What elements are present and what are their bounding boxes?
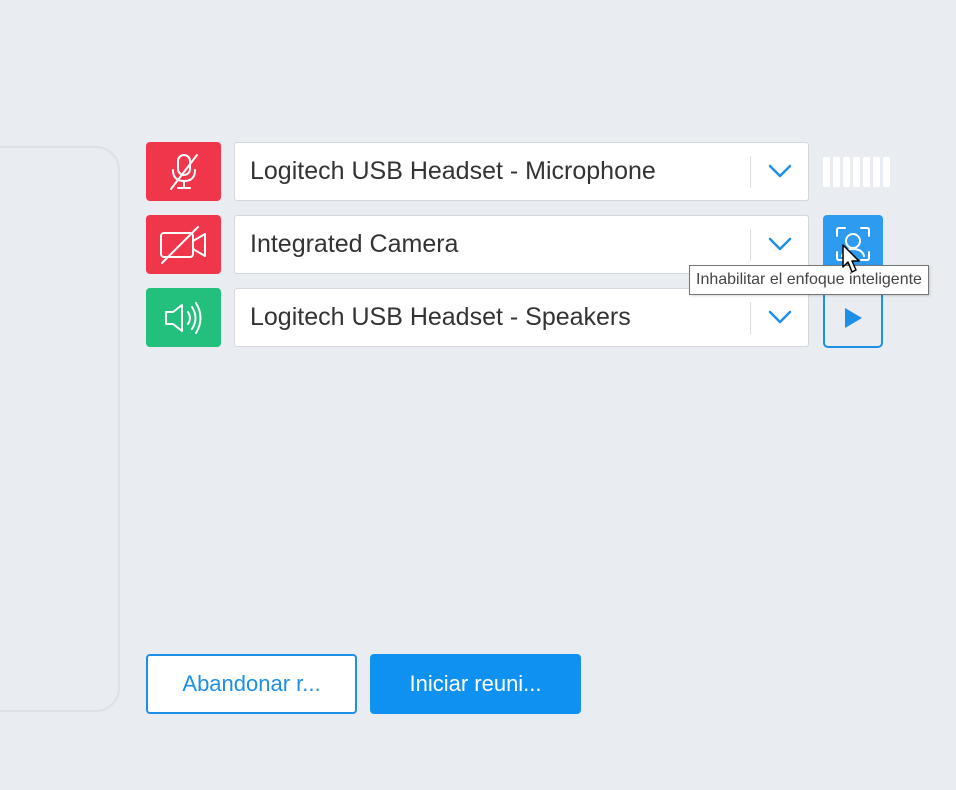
select-divider: [750, 302, 751, 334]
mouse-pointer-icon: [842, 244, 860, 273]
speaker-selected-value: Logitech USB Headset - Speakers: [250, 303, 631, 331]
select-divider: [750, 229, 751, 261]
level-bar: [823, 157, 830, 187]
video-preview-panel: [0, 146, 120, 712]
chevron-down-icon: [768, 164, 792, 178]
chevron-down-icon: [768, 237, 792, 251]
play-icon: [845, 308, 862, 328]
speaker-toggle-button[interactable]: [146, 288, 221, 347]
test-speaker-button[interactable]: [823, 288, 883, 348]
speaker-icon: [164, 301, 201, 334]
speaker-select[interactable]: Logitech USB Headset - Speakers: [234, 288, 809, 347]
camera-toggle-button[interactable]: [146, 215, 221, 274]
chevron-down-icon: [768, 310, 792, 324]
microphone-toggle-button[interactable]: [146, 142, 221, 201]
video-off-icon: [159, 225, 206, 264]
microphone-level-meter: [823, 157, 890, 187]
level-bar: [853, 157, 860, 187]
level-bar: [863, 157, 870, 187]
mic-off-icon: [169, 153, 198, 190]
leave-meeting-button[interactable]: Abandonar r...: [146, 654, 357, 714]
level-bar: [843, 157, 850, 187]
level-bar: [883, 157, 890, 187]
start-meeting-button[interactable]: Iniciar reuni...: [370, 654, 581, 714]
smart-focus-tooltip: Inhabilitar el enfoque inteligente: [689, 265, 929, 295]
microphone-select[interactable]: Logitech USB Headset - Microphone: [234, 142, 809, 201]
microphone-selected-value: Logitech USB Headset - Microphone: [250, 157, 656, 185]
select-divider: [750, 156, 751, 188]
level-bar: [873, 157, 880, 187]
level-bar: [833, 157, 840, 187]
camera-selected-value: Integrated Camera: [250, 230, 459, 258]
